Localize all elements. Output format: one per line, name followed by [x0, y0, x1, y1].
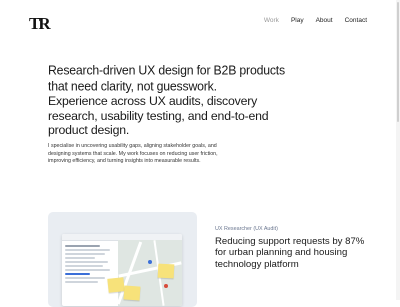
- case-study-tag: UX Researcher (UX Audit): [215, 226, 278, 232]
- sticky-note: [107, 277, 125, 293]
- scrollbar[interactable]: [396, 0, 400, 300]
- intro-paragraph: I specialise in uncovering usability gap…: [48, 143, 218, 165]
- nav-work[interactable]: Work: [264, 17, 279, 24]
- nav-contact[interactable]: Contact: [345, 17, 367, 24]
- case-study[interactable]: UX Researcher (UX Audit) Reducing suppor…: [215, 226, 365, 270]
- hero-subheadline: Experience across UX audits, discovery r…: [48, 94, 269, 138]
- sticky-note: [157, 263, 175, 279]
- nav-about[interactable]: About: [316, 17, 333, 24]
- case-study-title[interactable]: Reducing support requests by 87% for urb…: [215, 236, 365, 270]
- scrollbar-thumb[interactable]: [397, 2, 399, 122]
- nav-play[interactable]: Play: [291, 17, 304, 24]
- logo[interactable]: TR: [29, 14, 51, 34]
- hero: Research-driven UX design for B2B produc…: [48, 63, 298, 138]
- hero-headline: Research-driven UX design for B2B produc…: [48, 63, 285, 94]
- case-study-thumbnail[interactable]: [48, 212, 197, 307]
- top-nav: Work Play About Contact: [264, 17, 367, 24]
- product-screenshot: [62, 234, 182, 306]
- sticky-note: [123, 285, 141, 301]
